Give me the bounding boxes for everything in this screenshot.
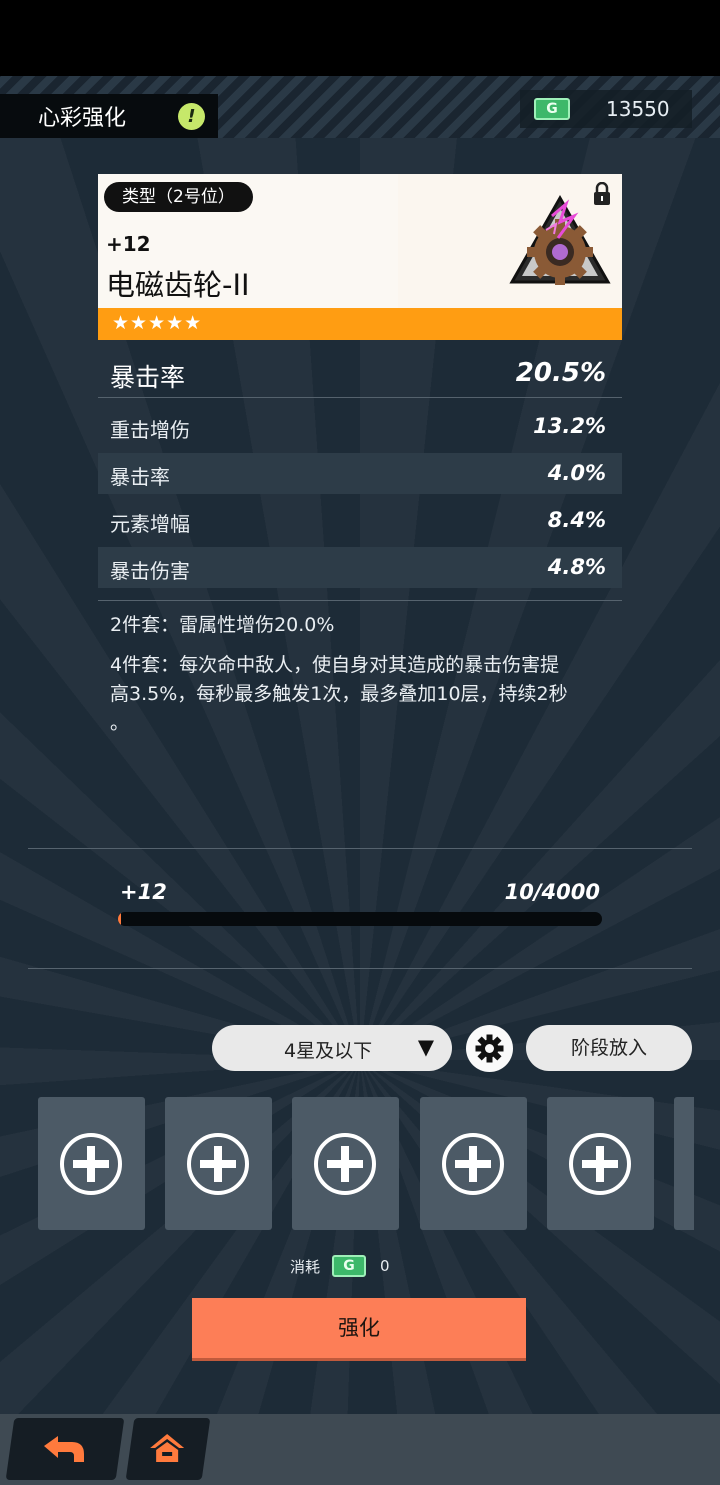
sub-stat-label: 暴击率 (110, 465, 170, 489)
currency-value: 13550 (606, 97, 670, 121)
four-piece-set-bonus-line: 。 (110, 712, 130, 734)
divider (28, 848, 692, 849)
star-filter-dropdown[interactable]: 4星及以下 ▼ (212, 1025, 452, 1071)
material-slot[interactable] (292, 1097, 399, 1230)
material-slot[interactable] (674, 1097, 694, 1230)
current-level: +12 (120, 880, 167, 904)
sub-stat-row: 暴击率 4.0% (98, 453, 622, 494)
main-stat-label: 暴击率 (110, 363, 186, 392)
equipment-name: 电磁齿轮-II (106, 268, 250, 302)
cost-display: 消耗 G 0 (290, 1255, 390, 1277)
sub-stat-value: 4.8% (547, 555, 606, 579)
electromagnetic-gear-icon (509, 194, 611, 285)
cost-label: 消耗 (290, 1257, 321, 1276)
status-bar-area (0, 0, 720, 76)
plus-circle-icon (569, 1133, 631, 1195)
divider (28, 968, 692, 969)
page-header: 心彩强化 ! (0, 94, 218, 138)
plus-circle-icon (60, 1133, 122, 1195)
sub-stat-value: 13.2% (533, 414, 606, 438)
exclamation-icon[interactable]: ! (178, 103, 205, 130)
stage-insert-button[interactable]: 阶段放入 (526, 1025, 692, 1071)
plus-circle-icon (314, 1133, 376, 1195)
sub-stat-label: 重击增伤 (110, 418, 190, 442)
equipment-card: 类型（2号位） +12 电磁齿轮-II ★★★★★ (98, 174, 622, 340)
gold-currency-icon: G (332, 1255, 367, 1277)
rarity-stars: ★★★★★ (112, 312, 203, 334)
cost-value: 0 (380, 1257, 390, 1275)
four-piece-set-bonus-line: 4件套：每次命中敌人，使自身对其造成的暴击伤害提 (110, 654, 560, 676)
settings-button[interactable] (466, 1025, 513, 1072)
main-stat-value: 20.5% (515, 358, 606, 388)
equipment-level: +12 (106, 232, 151, 256)
sub-stat-value: 4.0% (547, 461, 606, 485)
material-slot[interactable] (38, 1097, 145, 1230)
sub-stat-value: 8.4% (547, 508, 606, 532)
main-stat-row: 暴击率 20.5% (98, 352, 622, 398)
type-badge: 类型（2号位） (104, 182, 253, 212)
material-slot[interactable] (420, 1097, 527, 1230)
back-button[interactable] (5, 1418, 125, 1480)
currency-display: G 13550 (520, 90, 692, 128)
four-piece-set-bonus-line: 高3.5%，每秒最多触发1次，最多叠加10层，持续2秒 (110, 683, 568, 705)
plus-circle-icon (442, 1133, 504, 1195)
page-title: 心彩强化 (38, 106, 127, 131)
dropdown-arrow-icon: ▼ (417, 1035, 434, 1059)
home-button[interactable] (125, 1418, 211, 1480)
material-slot[interactable] (165, 1097, 272, 1230)
back-arrow-icon (44, 1436, 84, 1462)
sub-stat-label: 元素增幅 (110, 512, 190, 536)
home-icon (150, 1434, 185, 1462)
material-slot[interactable] (547, 1097, 654, 1230)
rarity-bar: ★★★★★ (98, 308, 622, 340)
sub-stat-row: 元素增幅 8.4% (98, 500, 622, 541)
enhance-button[interactable]: 强化 (192, 1298, 526, 1358)
sub-stat-row: 重击增伤 13.2% (98, 406, 622, 447)
divider (98, 600, 622, 601)
sub-stat-row: 暴击伤害 4.8% (98, 547, 622, 588)
two-piece-set-bonus: 2件套：雷属性增伤20.0% (110, 614, 335, 636)
sub-stat-label: 暴击伤害 (110, 559, 190, 583)
filter-selected-value: 4星及以下 (284, 1040, 373, 1062)
gear-icon (475, 1034, 504, 1063)
experience-text: 10/4000 (504, 880, 600, 904)
plus-circle-icon (187, 1133, 249, 1195)
gold-currency-icon: G (534, 98, 570, 120)
experience-bar (118, 912, 602, 926)
